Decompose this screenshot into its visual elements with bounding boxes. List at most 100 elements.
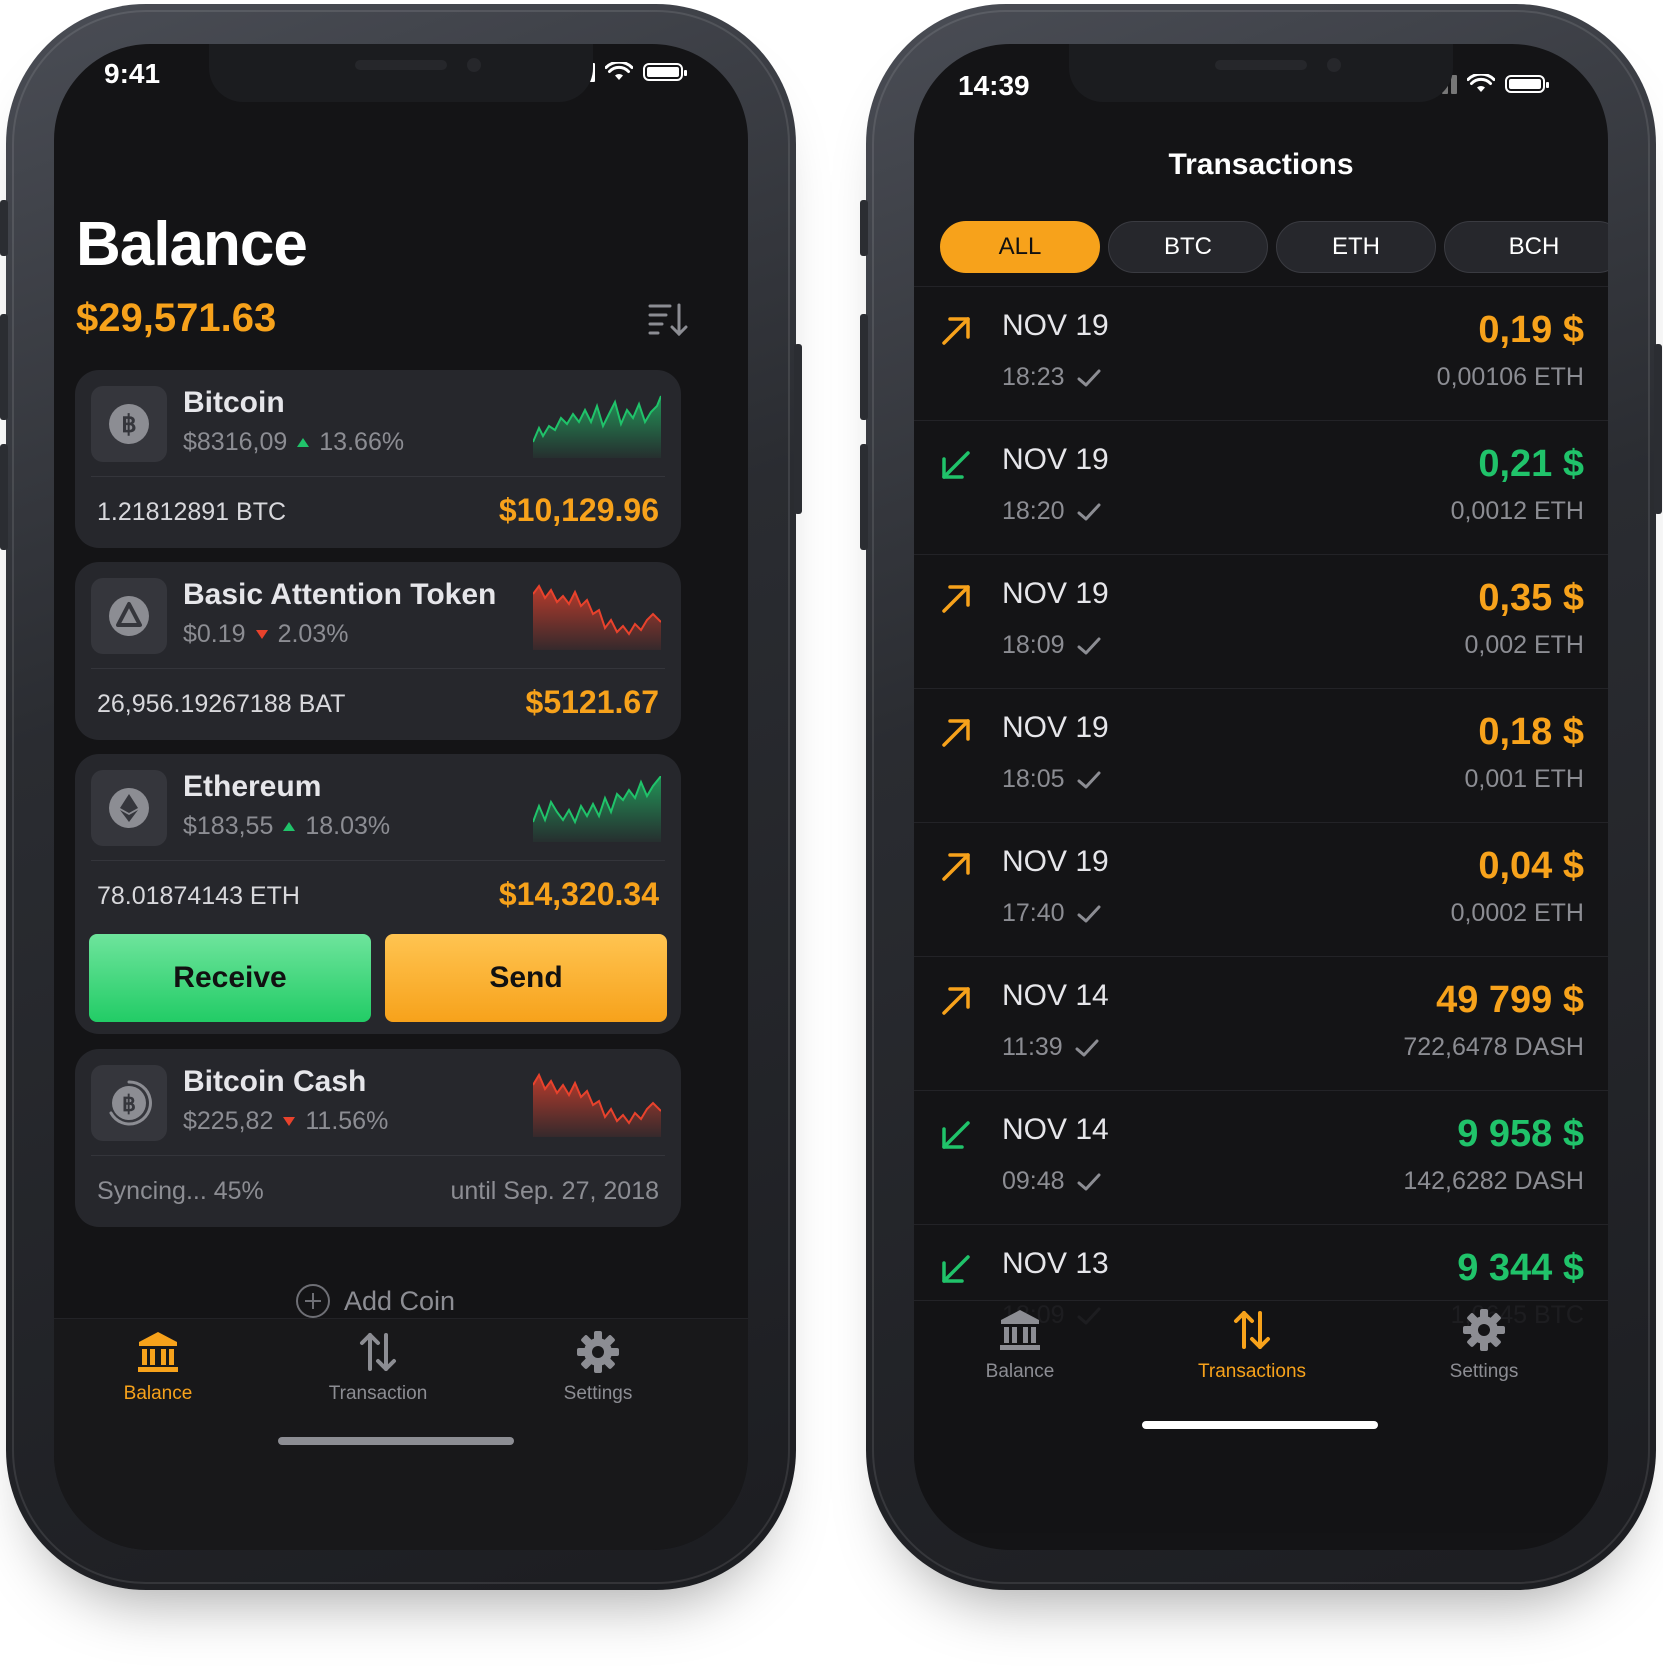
notch [1069,44,1453,102]
transaction-row[interactable]: NOV 19 18:20 0,21 $ 0,0012 ETH [914,420,1608,555]
tab-label: Balance [123,1383,193,1404]
check-icon [1077,905,1101,922]
transaction-crypto-amount: 0,0002 ETH [1450,899,1584,927]
transaction-fiat-amount: 0,35 $ [1478,577,1584,619]
receive-button[interactable]: Receive [89,934,371,1022]
filter-bch[interactable]: BCH [1444,221,1608,273]
coin-fiat-value: $10,129.96 [498,492,659,528]
arrow-up-right-icon [942,317,970,345]
tab-label: Settings [563,1383,633,1404]
sync-status: Syncing... 45% [97,1177,264,1205]
total-balance: $29,571.63 [76,296,277,340]
transaction-crypto-amount: 722,6478 DASH [1403,1033,1584,1061]
bitcoin-icon: ฿ [91,386,167,462]
coin-price: $225,82 11.56% [183,1107,388,1136]
coin-price: $0.19 2.03% [183,620,348,649]
bank-icon [138,1332,178,1372]
check-icon [1077,771,1101,788]
coin-fiat-value: $5121.67 [525,684,659,720]
coin-card-ethereum[interactable]: Ethereum $183,55 18.03% 78.01874143 ETH $… [75,754,681,1034]
arrow-up-right-icon [942,987,970,1015]
transaction-fiat-amount: 0,04 $ [1478,845,1584,887]
tab-label: Transactions [1197,1361,1307,1382]
tab-label: Balance [985,1361,1055,1382]
coin-name: Bitcoin [183,386,285,419]
page-title: Balance [76,210,308,279]
transaction-time-wrap: 17:40 [1002,899,1101,928]
transaction-row[interactable]: NOV 19 18:23 0,19 $ 0,00106 ETH [914,286,1608,421]
trend-up-icon [283,822,296,831]
home-indicator[interactable] [1142,1421,1378,1429]
transfer-arrows-icon [360,1333,396,1371]
mute-switch [860,200,868,256]
filter-all[interactable]: ALL [940,221,1100,273]
sort-icon[interactable] [648,302,688,338]
ethereum-icon [91,770,167,846]
gear-icon [577,1331,619,1373]
transaction-time: 18:05 [1002,765,1065,793]
battery-icon [1505,75,1549,93]
sparkline-chart [533,395,661,458]
coin-price: $8316,09 13.66% [183,428,404,457]
power-button [1654,344,1662,514]
change-percent: 2.03% [277,620,349,648]
sparkline-chart [533,1072,661,1137]
arrow-up-right-icon [942,853,970,881]
check-icon [1077,637,1101,654]
tab-settings[interactable]: Settings [518,1329,678,1405]
transaction-row[interactable]: NOV 19 17:40 0,04 $ 0,0002 ETH [914,822,1608,957]
tab-label: Transaction [328,1383,428,1404]
divider [91,668,665,669]
transaction-row[interactable]: NOV 14 09:48 9 958 $ 142,6282 DASH [914,1090,1608,1225]
tab-settings[interactable]: Settings [1404,1307,1564,1383]
change-percent: 11.56% [305,1107,389,1135]
coin-card-bitcoin-cash[interactable]: ฿ Bitcoin Cash $225,82 11.56% Syncing... … [75,1049,681,1227]
tab-transaction[interactable]: Transaction [298,1329,458,1405]
arrow-up-right-icon [942,719,970,747]
phone-balance: 9:41 Balance $29,571.63 ฿ Bitcoin $8316,… [0,4,802,1590]
coin-name: Ethereum [183,770,322,803]
transaction-time: 18:09 [1002,631,1065,659]
transaction-fiat-amount: 0,21 $ [1478,443,1584,485]
coin-card-bat[interactable]: Basic Attention Token $0.19 2.03% 26,956.… [75,562,681,740]
tab-transactions[interactable]: Transactions [1172,1307,1332,1383]
transactions-screen: 14:39 Transactions ALL BTC ETH BCH NOV 1… [914,44,1608,1550]
tab-balance[interactable]: Balance [78,1329,238,1405]
mute-switch [0,200,8,256]
transaction-row[interactable]: NOV 14 11:39 49 799 $ 722,6478 DASH [914,956,1608,1091]
transaction-time: 11:39 [1002,1033,1063,1061]
transaction-date: NOV 13 [1002,1247,1109,1280]
transaction-row[interactable]: NOV 19 18:09 0,35 $ 0,002 ETH [914,554,1608,689]
coin-price: $183,55 18.03% [183,812,390,841]
transaction-date: NOV 19 [1002,577,1109,610]
send-button[interactable]: Send [385,934,667,1022]
trend-down-icon [255,630,268,639]
notch [209,44,593,102]
add-coin-button[interactable]: Add Coin [296,1284,455,1318]
add-icon [296,1284,330,1318]
wifi-icon [605,62,633,80]
filter-eth[interactable]: ETH [1276,221,1436,273]
coin-amount: 26,956.19267188 BAT [97,690,346,718]
transaction-date: NOV 19 [1002,711,1109,744]
transaction-time-wrap: 09:48 [1002,1167,1101,1196]
transaction-crypto-amount: 0,0012 ETH [1450,497,1584,525]
status-time: 14:39 [958,70,1030,101]
price-value: $183,55 [183,812,274,840]
transaction-time-wrap: 18:05 [1002,765,1101,794]
transaction-crypto-amount: 0,00106 ETH [1436,363,1584,391]
check-icon [1077,1173,1101,1190]
home-indicator[interactable] [278,1437,514,1445]
coin-amount: 1.21812891 BTC [97,498,287,526]
check-icon [1077,503,1101,520]
coin-card-bitcoin[interactable]: ฿ Bitcoin $8316,09 13.66% 1.21812891 BTC … [75,370,681,548]
arrow-down-left-icon [942,451,970,479]
bank-icon [1000,1310,1040,1350]
tab-balance[interactable]: Balance [940,1307,1100,1383]
transaction-row[interactable]: NOV 19 18:05 0,18 $ 0,001 ETH [914,688,1608,823]
change-percent: 18.03% [305,812,391,840]
transaction-time: 18:23 [1002,363,1065,391]
transaction-fiat-amount: 0,18 $ [1478,711,1584,753]
filter-btc[interactable]: BTC [1108,221,1268,273]
tab-bar: Balance Transactions Settings [914,1300,1608,1533]
